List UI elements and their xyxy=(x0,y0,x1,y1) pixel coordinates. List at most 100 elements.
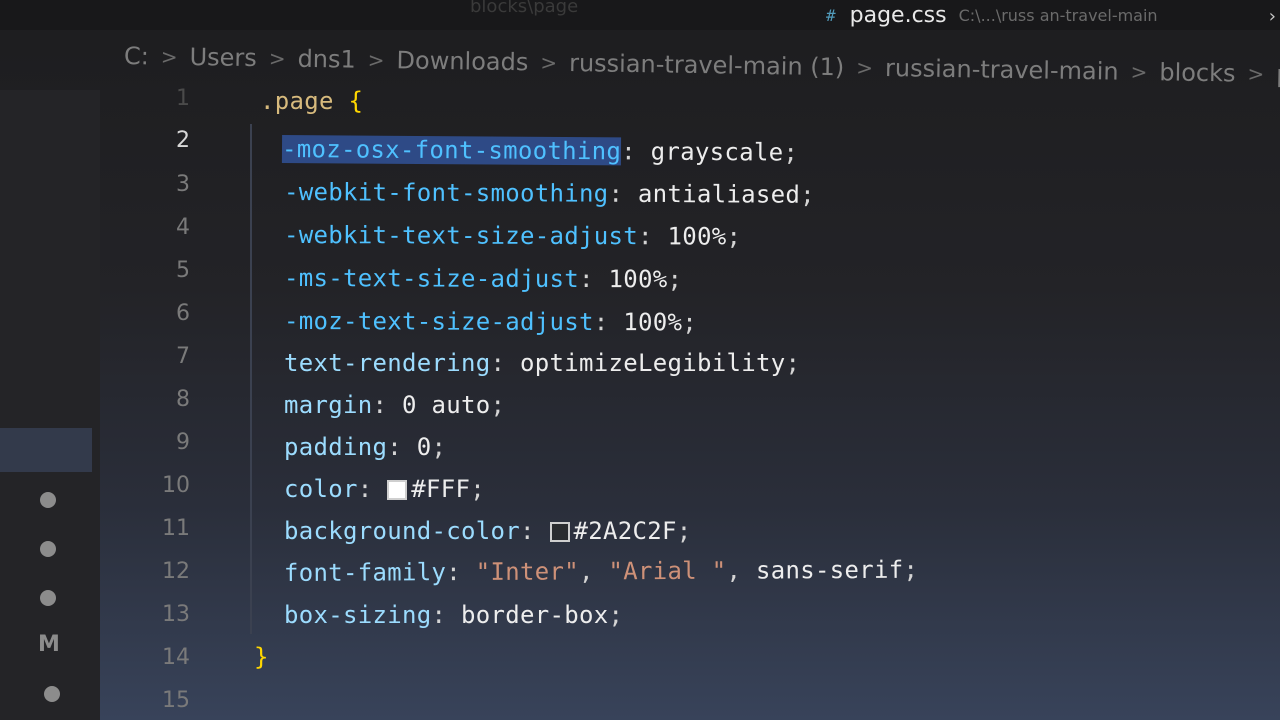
breadcrumb-item[interactable]: Downloads xyxy=(396,46,528,76)
breadcrumb: C: > Users > dns1 > Downloads > russian-… xyxy=(124,42,1280,89)
code-line[interactable]: .page { xyxy=(260,84,363,118)
css-property: color xyxy=(284,475,358,503)
line-number: 1 xyxy=(176,86,190,111)
chevron-right-icon: > xyxy=(540,50,558,75)
colon: : xyxy=(357,475,373,503)
code-line[interactable]: box-sizing: border-box; xyxy=(284,598,623,632)
css-string: "Arial " xyxy=(608,556,727,586)
close-brace: } xyxy=(254,643,269,671)
css-selector: .page xyxy=(260,87,334,115)
tab-strip: blocks\page # page.css C:\...\russ an-tr… xyxy=(0,0,1280,30)
css-value: 0 auto xyxy=(387,391,491,419)
code-line[interactable]: -moz-text-size-adjust: 100%; xyxy=(284,304,697,339)
code-line[interactable]: padding: 0; xyxy=(284,430,446,464)
semicolon: ; xyxy=(785,349,801,377)
comma: , xyxy=(578,557,609,586)
tab-scroll-right-icon[interactable]: › xyxy=(1269,6,1276,27)
semicolon: ; xyxy=(676,517,692,545)
colon: : xyxy=(520,517,535,545)
line-number: 8 xyxy=(176,387,190,412)
breadcrumb-item[interactable]: russian-travel-main (1) xyxy=(569,49,845,81)
colon: : xyxy=(621,137,637,166)
activity-bar xyxy=(0,90,100,720)
breadcrumb-item[interactable]: Users xyxy=(189,43,257,72)
css-value: 100% xyxy=(608,308,683,337)
line-number: 13 xyxy=(162,602,190,627)
colon: : xyxy=(387,433,402,461)
code-line[interactable]: text-rendering: optimizeLegibility; xyxy=(284,346,800,380)
tab-path: C:\...\russ an-travel-main xyxy=(958,5,1158,25)
code-line[interactable]: } xyxy=(254,640,269,674)
tab-inactive[interactable]: blocks\page xyxy=(470,0,578,17)
css-value: 100% xyxy=(652,222,727,251)
breadcrumb-item[interactable]: C: xyxy=(124,42,149,70)
css-property: background-color xyxy=(284,517,520,545)
line-number: 9 xyxy=(176,430,190,455)
breadcrumb-item[interactable]: blocks xyxy=(1159,58,1236,87)
modified-dot-icon[interactable] xyxy=(40,541,56,557)
css-property: -webkit-font-smoothing xyxy=(283,178,609,208)
code-line[interactable]: -webkit-font-smoothing: antialiased; xyxy=(284,175,815,212)
colon: : xyxy=(637,222,653,251)
css-property: box-sizing xyxy=(284,601,432,629)
css-value: #2A2C2F xyxy=(573,517,677,545)
color-swatch-icon[interactable] xyxy=(549,522,570,542)
css-property: -moz-text-size-adjust xyxy=(283,307,594,337)
css-property: -webkit-text-size-adjust xyxy=(283,221,639,251)
semicolon: ; xyxy=(431,433,447,461)
code-line[interactable]: -webkit-text-size-adjust: 100%; xyxy=(284,218,741,254)
semicolon: ; xyxy=(490,391,506,419)
colon: : xyxy=(593,308,609,337)
colon: : xyxy=(431,601,447,629)
semicolon: ; xyxy=(783,138,799,167)
breadcrumb-item[interactable]: dns1 xyxy=(297,45,356,74)
css-value: #FFF xyxy=(411,475,471,503)
semicolon: ; xyxy=(726,222,742,251)
line-number: 7 xyxy=(176,344,190,369)
css-property: font-family xyxy=(283,558,447,587)
breadcrumb-item[interactable]: russian-travel-main xyxy=(885,54,1119,86)
line-number: 12 xyxy=(162,559,190,584)
chevron-right-icon: > xyxy=(160,44,178,69)
css-file-icon: # xyxy=(826,5,836,25)
css-value: 100% xyxy=(593,265,668,294)
breadcrumb-item[interactable]: pa xyxy=(1276,60,1280,88)
semicolon: ; xyxy=(667,265,683,294)
modified-dot-icon[interactable] xyxy=(44,686,60,702)
chevron-right-icon: > xyxy=(1247,61,1265,86)
color-swatch-icon[interactable] xyxy=(387,480,408,500)
code-line[interactable]: margin: 0 auto; xyxy=(284,388,505,422)
modified-dot-icon[interactable] xyxy=(40,590,56,606)
colon: : xyxy=(372,391,388,419)
css-property: padding xyxy=(284,433,388,461)
semicolon: ; xyxy=(903,555,919,584)
css-string: "Inter" xyxy=(475,557,580,586)
css-value: grayscale xyxy=(635,137,784,167)
tab-label: page.css xyxy=(849,2,947,28)
line-number: 15 xyxy=(162,688,190,713)
tab-page-css[interactable]: # page.css C:\...\russ an-travel-main xyxy=(826,0,1158,30)
chevron-right-icon: > xyxy=(367,47,385,73)
css-value: antialiased xyxy=(623,179,801,209)
activity-selected-row[interactable] xyxy=(0,428,92,472)
css-value: optimizeLegibility xyxy=(505,349,786,377)
line-number: 5 xyxy=(176,258,190,283)
code-line[interactable]: font-family: "Inter", "Arial ", sans-ser… xyxy=(284,553,918,590)
code-line[interactable]: background-color: #2A2C2F; xyxy=(284,514,692,548)
colon: : xyxy=(490,349,506,377)
code-line[interactable]: -ms-text-size-adjust: 100%; xyxy=(284,261,682,296)
line-number: 14 xyxy=(162,645,190,670)
modified-dot-icon[interactable] xyxy=(40,492,56,508)
modified-badge[interactable]: M xyxy=(38,632,60,657)
editor-window: blocks\page # page.css C:\...\russ an-tr… xyxy=(0,0,1280,720)
line-number: 10 xyxy=(162,473,190,498)
code-line[interactable]: color: #FFF; xyxy=(284,472,485,506)
indent-guide xyxy=(250,124,252,634)
semicolon: ; xyxy=(800,180,816,209)
css-property: -moz-osx-font-smoothing xyxy=(281,135,622,166)
line-number: 11 xyxy=(162,516,190,541)
line-number-active: 2 xyxy=(176,128,190,153)
chevron-right-icon: > xyxy=(268,46,286,71)
code-line-selected[interactable]: -moz-osx-font-smoothing: grayscale; xyxy=(281,132,799,170)
css-property: margin xyxy=(284,391,373,419)
